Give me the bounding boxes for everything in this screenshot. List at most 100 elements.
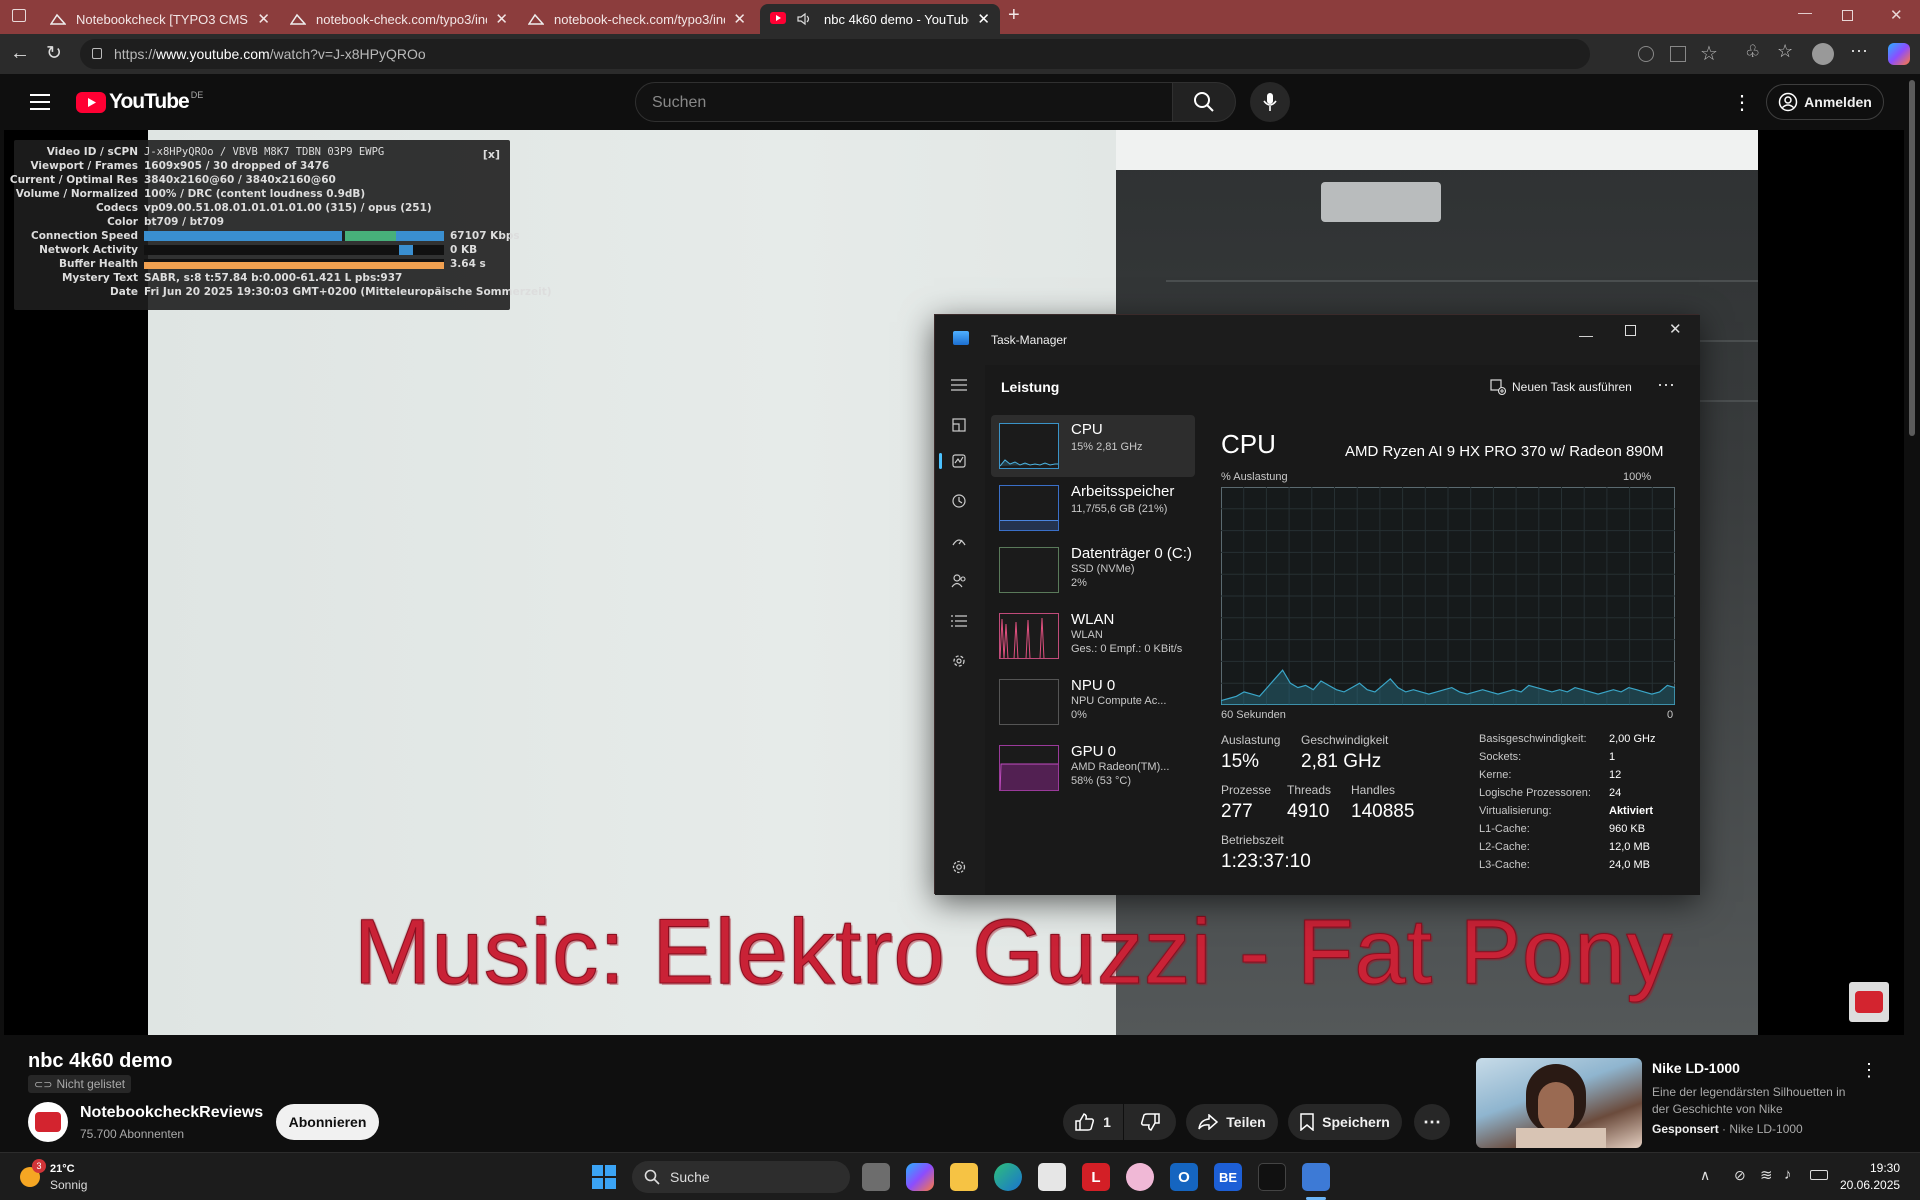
- perf-item-memory[interactable]: Arbeitsspeicher 11,7/55,6 GB (21%): [991, 477, 1195, 539]
- hamburger-menu-icon[interactable]: [30, 94, 50, 110]
- photos-app-icon[interactable]: [1126, 1163, 1154, 1191]
- app-history-icon[interactable]: [947, 489, 971, 513]
- save-button[interactable]: Speichern: [1288, 1104, 1402, 1140]
- account-icon: [1778, 92, 1798, 112]
- tab-close-icon[interactable]: ✕: [495, 10, 508, 28]
- task-manager-window: Task-Manager — ✕ Leistung Neuen Task aus…: [934, 314, 1700, 895]
- users-icon[interactable]: [947, 569, 971, 593]
- file-explorer-icon[interactable]: [950, 1163, 978, 1191]
- perf-item-wlan[interactable]: WLAN WLAN Ges.: 0 Empf.: 0 KBit/s: [991, 605, 1195, 667]
- address-bar[interactable]: https://www.youtube.com/watch?v=J-x8HPyQ…: [80, 39, 1590, 69]
- browser-tab-active[interactable]: nbc 4k60 demo - YouTube ✕: [760, 4, 1000, 34]
- tm-close-icon[interactable]: ✕: [1669, 320, 1682, 338]
- nav-menu-icon[interactable]: [947, 373, 971, 397]
- tab-actions-icon[interactable]: [12, 9, 26, 22]
- copilot-icon[interactable]: [1888, 43, 1910, 65]
- channel-name[interactable]: NotebookcheckReviews: [80, 1104, 263, 1122]
- close-window-icon[interactable]: ✕: [1890, 6, 1903, 24]
- page-scrollbar[interactable]: [1904, 74, 1920, 1152]
- taskbar-search[interactable]: Suche: [632, 1161, 850, 1193]
- graph-label-zero: 0: [1667, 709, 1674, 721]
- graph-label-time: 60 Sekunden: [1221, 709, 1286, 721]
- channel-avatar[interactable]: [28, 1102, 68, 1142]
- more-icon[interactable]: ⋯: [1850, 41, 1868, 62]
- url-text: https://www.youtube.com/watch?v=J-x8HPyQ…: [114, 46, 426, 62]
- weather-widget[interactable]: 3 21°C Sonnig: [20, 1159, 140, 1193]
- subscribe-button[interactable]: Abonnieren: [276, 1104, 379, 1140]
- be-app-icon[interactable]: BE: [1214, 1163, 1242, 1191]
- browser-tab[interactable]: notebook-check.com/typo3/inde ✕: [280, 4, 518, 34]
- new-task-button[interactable]: Neuen Task ausführen: [1490, 379, 1632, 395]
- extension-icon[interactable]: [1638, 46, 1654, 62]
- youtube-logo[interactable]: YouTube DE: [76, 90, 203, 114]
- perf-item-npu[interactable]: NPU 0 NPU Compute Ac... 0%: [991, 671, 1195, 733]
- tab-close-icon[interactable]: ✕: [733, 10, 746, 28]
- channel-watermark[interactable]: [1849, 982, 1889, 1022]
- ad-title[interactable]: Nike LD-1000: [1652, 1060, 1740, 1076]
- edge-browser-icon[interactable]: [994, 1163, 1022, 1191]
- start-button[interactable]: [592, 1165, 616, 1189]
- startup-apps-icon[interactable]: [947, 529, 971, 553]
- store-icon[interactable]: [1038, 1163, 1066, 1191]
- task-manager-taskbar-icon[interactable]: [1302, 1163, 1330, 1191]
- settings-gear-icon[interactable]: [947, 855, 971, 879]
- like-button[interactable]: 1: [1063, 1104, 1123, 1140]
- info-label: Sockets:: [1479, 751, 1522, 763]
- share-button[interactable]: Teilen: [1186, 1104, 1278, 1140]
- browser-essentials-icon[interactable]: ♧: [1745, 42, 1760, 62]
- perf-item-disk[interactable]: Datenträger 0 (C:) SSD (NVMe) 2%: [991, 539, 1195, 601]
- lock-icon[interactable]: [92, 48, 102, 59]
- battery-icon[interactable]: [1810, 1170, 1828, 1180]
- search-input[interactable]: Suchen: [635, 82, 1173, 122]
- performance-icon[interactable]: [947, 449, 971, 473]
- more-options-icon[interactable]: ⋯: [1657, 375, 1675, 396]
- tab-close-icon[interactable]: ✕: [257, 10, 270, 28]
- l-app-icon[interactable]: L: [1082, 1163, 1110, 1191]
- info-value: 12,0 MB: [1609, 841, 1650, 853]
- more-actions-button[interactable]: ⋯: [1414, 1104, 1450, 1140]
- scrollbar-thumb[interactable]: [1909, 80, 1915, 436]
- ad-thumbnail[interactable]: [1476, 1058, 1642, 1148]
- services-icon[interactable]: [947, 649, 971, 673]
- sponsored-ad[interactable]: Nike LD-1000 Eine der legendärsten Silho…: [1476, 1058, 1886, 1148]
- favorite-star-icon[interactable]: ☆: [1700, 41, 1718, 66]
- tm-minimize-icon[interactable]: —: [1579, 327, 1593, 343]
- wifi-icon[interactable]: ≋: [1760, 1166, 1773, 1184]
- speaker-icon[interactable]: [796, 12, 814, 26]
- network-muted-icon[interactable]: ⊘: [1734, 1167, 1746, 1184]
- outlook-icon[interactable]: O: [1170, 1163, 1198, 1191]
- profile-avatar[interactable]: [1812, 43, 1834, 65]
- dark-app-icon[interactable]: [1258, 1163, 1286, 1191]
- search-button[interactable]: [1172, 82, 1236, 122]
- perf-item-cpu[interactable]: CPU 15% 2,81 GHz: [991, 415, 1195, 477]
- details-icon[interactable]: [947, 609, 971, 633]
- reload-icon[interactable]: ↻: [46, 42, 62, 65]
- minimize-icon[interactable]: —: [1798, 4, 1812, 20]
- dislike-button[interactable]: [1124, 1104, 1176, 1140]
- tab-title: nbc 4k60 demo - YouTube: [824, 11, 970, 27]
- new-tab-icon[interactable]: +: [1008, 4, 1020, 27]
- tm-maximize-icon[interactable]: [1625, 325, 1636, 336]
- sign-in-button[interactable]: Anmelden: [1766, 84, 1884, 120]
- settings-more-icon[interactable]: ⋮: [1732, 90, 1752, 115]
- browser-tab[interactable]: notebook-check.com/typo3/inde ✕: [518, 4, 756, 34]
- back-icon[interactable]: ←: [10, 42, 30, 65]
- browser-tab[interactable]: Notebookcheck [TYPO3 CMS 7.6. ✕: [40, 4, 280, 34]
- perf-item-gpu[interactable]: GPU 0 AMD Radeon(TM)... 58% (53 °C): [991, 737, 1195, 799]
- processes-icon[interactable]: [947, 413, 971, 437]
- task-view-icon[interactable]: [862, 1163, 890, 1191]
- voice-search-button[interactable]: [1250, 82, 1290, 122]
- ad-menu-icon[interactable]: ⋮: [1860, 1060, 1878, 1081]
- clock-date[interactable]: 20.06.2025: [1840, 1178, 1900, 1192]
- copilot-icon[interactable]: [906, 1163, 934, 1191]
- restore-icon[interactable]: [1842, 10, 1853, 21]
- cpu-model: AMD Ryzen AI 9 HX PRO 370 w/ Radeon 890M: [1345, 443, 1664, 460]
- stat-processes-value: 277: [1221, 801, 1253, 822]
- show-hidden-icons-icon[interactable]: ∧: [1700, 1167, 1710, 1184]
- volume-icon[interactable]: ♪: [1784, 1166, 1792, 1183]
- apps-icon[interactable]: [1670, 46, 1686, 62]
- favorites-icon[interactable]: ☆: [1777, 41, 1793, 62]
- tab-close-icon[interactable]: ✕: [977, 10, 990, 28]
- clock-time[interactable]: 19:30: [1860, 1161, 1900, 1175]
- task-manager-app-icon: [953, 331, 969, 345]
